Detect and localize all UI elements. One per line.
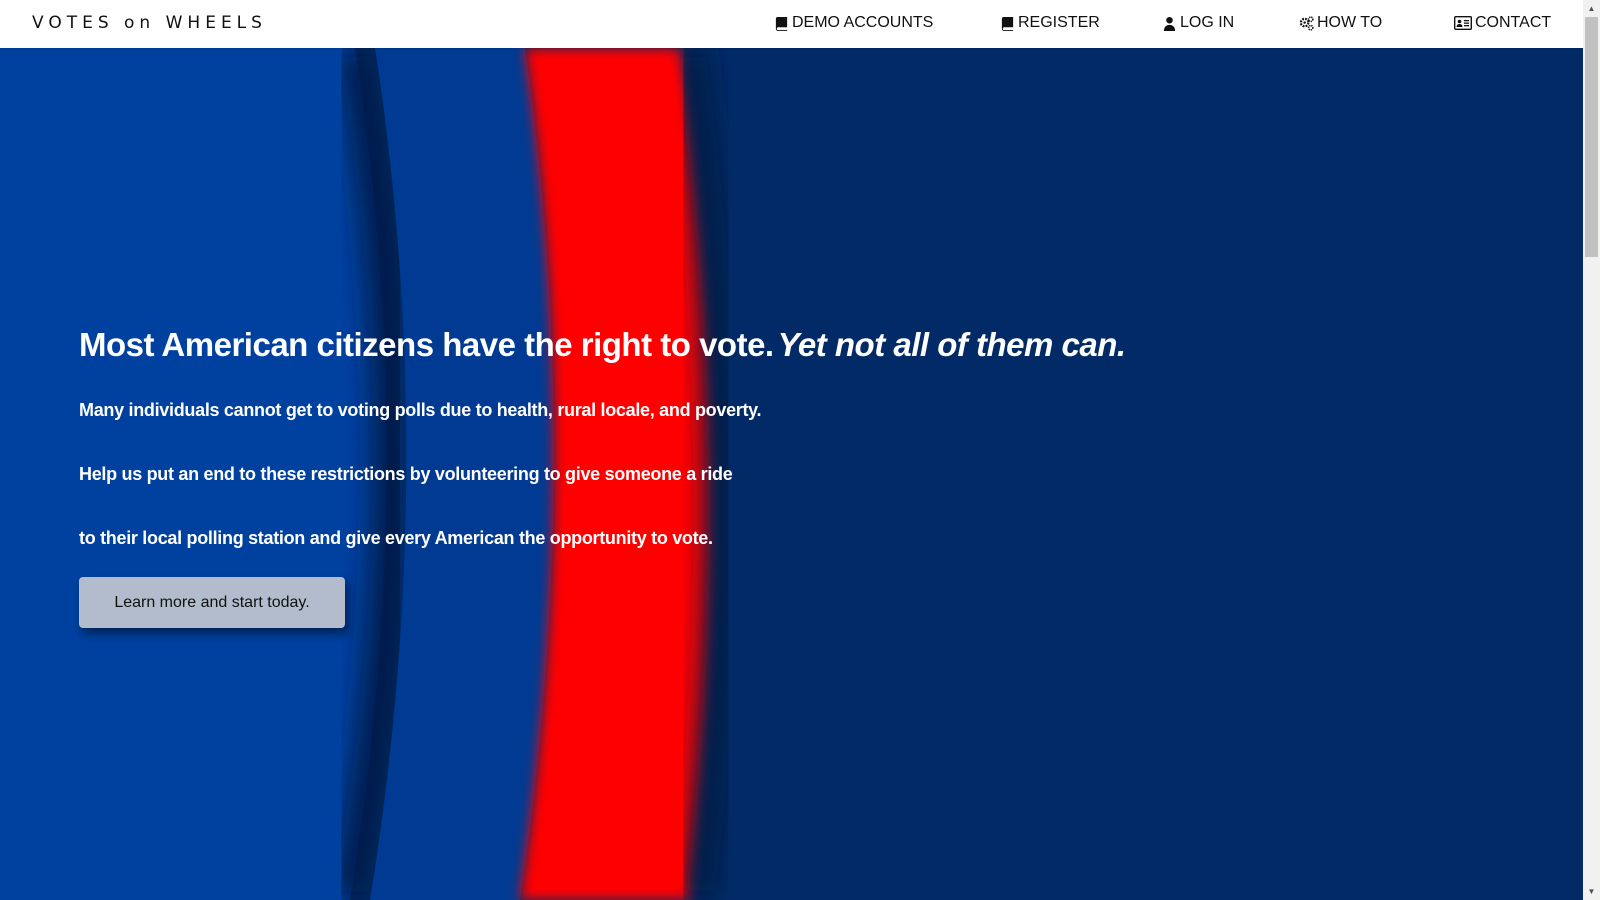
nav-contact[interactable]: CONTACT xyxy=(1454,14,1551,32)
book-icon xyxy=(1000,16,1015,31)
hero-section: Most American citizens have the right to… xyxy=(0,48,1583,900)
scrollbar-thumb[interactable] xyxy=(1585,17,1598,257)
headline-main: Most American citizens have the right to… xyxy=(79,326,774,363)
page-scrollbar[interactable]: ▲ ▼ xyxy=(1583,0,1600,900)
scroll-down-arrow-icon[interactable]: ▼ xyxy=(1583,883,1600,900)
nav-log-in[interactable]: LOG IN xyxy=(1162,14,1234,32)
page: VOTES on WHEELS DEMO ACCOUNTS REGISTER L… xyxy=(0,0,1600,900)
nav-how-to[interactable]: HOW TO xyxy=(1299,14,1382,32)
nav-demo-accounts[interactable]: DEMO ACCOUNTS xyxy=(774,14,933,32)
nav-how-to-label: HOW TO xyxy=(1317,14,1383,31)
address-card-icon xyxy=(1454,15,1472,31)
nav-register-label: REGISTER xyxy=(1018,14,1100,31)
book-icon xyxy=(774,16,789,31)
nav-contact-label: CONTACT xyxy=(1475,14,1552,31)
nav-log-in-label: LOG IN xyxy=(1180,14,1235,31)
hero-paragraph: Help us put an end to these restrictions… xyxy=(79,464,733,484)
hero-headline: Most American citizens have the right to… xyxy=(79,326,1126,364)
nav-register[interactable]: REGISTER xyxy=(1000,14,1100,32)
user-icon xyxy=(1162,16,1177,31)
top-navbar: VOTES on WHEELS DEMO ACCOUNTS REGISTER L… xyxy=(0,0,1583,48)
scroll-up-arrow-icon[interactable]: ▲ xyxy=(1583,0,1600,17)
learn-more-button[interactable]: Learn more and start today. xyxy=(79,577,345,628)
hero-paragraph: to their local polling station and give … xyxy=(79,528,713,548)
hero-paragraph: Many individuals cannot get to voting po… xyxy=(79,400,762,420)
brand-logo-link[interactable]: VOTES on WHEELS xyxy=(32,13,267,33)
headline-emphasis: Yet not all of them can. xyxy=(777,326,1127,363)
nav-demo-accounts-label: DEMO ACCOUNTS xyxy=(792,14,934,31)
gears-icon xyxy=(1299,15,1314,31)
